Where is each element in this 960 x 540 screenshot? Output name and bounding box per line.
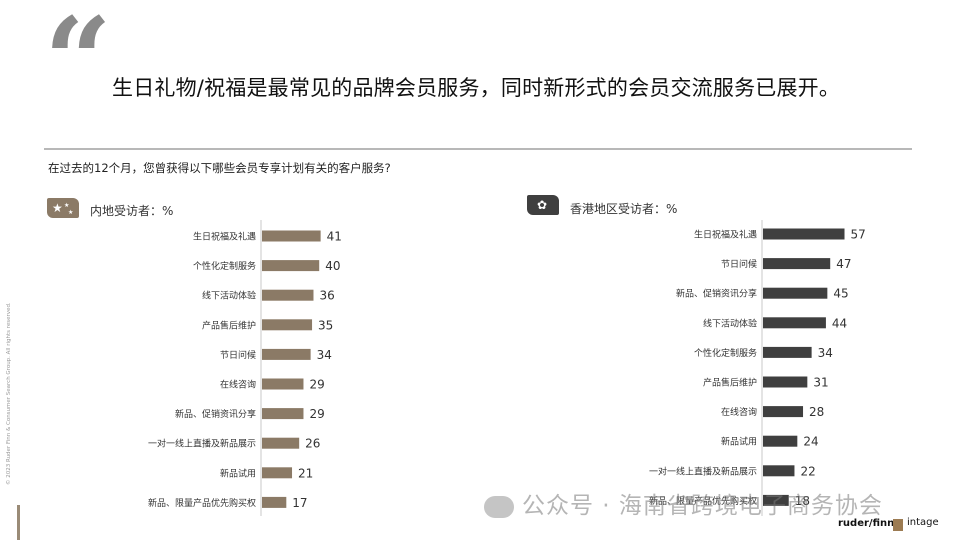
mainland-category-label: 生日祝福及礼遇 <box>193 231 256 243</box>
mainland-value-label: 35 <box>318 318 333 332</box>
hongkong-value-label: 44 <box>832 316 847 330</box>
hongkong-value-label: 31 <box>813 376 828 390</box>
hongkong-bar <box>763 406 804 418</box>
hongkong-category-label: 生日祝福及礼遇 <box>694 229 757 241</box>
mainland-bar <box>262 496 287 508</box>
hongkong-value-label: 34 <box>818 346 833 360</box>
hongkong-value-label: 57 <box>851 228 866 242</box>
hongkong-category-label: 节日问候 <box>721 258 757 270</box>
watermark: 公众号 · 海南省跨境电子商务协会 <box>484 486 883 520</box>
mainland-category-label: 新品试用 <box>220 467 256 479</box>
hongkong-value-label: 45 <box>833 287 848 301</box>
hongkong-value-label: 24 <box>803 435 818 449</box>
mainland-bar <box>262 260 320 272</box>
hongkong-bar <box>763 317 826 329</box>
hongkong-bar <box>763 376 808 388</box>
mainland-value-label: 17 <box>292 496 307 510</box>
mainland-category-label: 新品、限量产品优先购买权 <box>148 497 256 509</box>
mainland-bar <box>262 319 313 331</box>
mainland-bar <box>262 437 300 449</box>
mainland-category-label: 一对一线上直播及新品展示 <box>148 438 256 450</box>
hongkong-value-label: 22 <box>800 464 815 478</box>
mainland-value-label: 34 <box>317 348 332 362</box>
mainland-bar <box>262 467 293 479</box>
logo-mark-icon <box>893 519 903 531</box>
mainland-value-label: 41 <box>327 230 342 244</box>
hongkong-category-label: 产品售后维护 <box>703 377 757 389</box>
mainland-value-label: 29 <box>309 378 324 392</box>
mainland-bar <box>262 289 314 301</box>
mainland-bar <box>262 378 304 390</box>
mainland-value-label: 40 <box>325 259 340 273</box>
mainland-category-label: 产品售后维护 <box>202 319 256 331</box>
hongkong-category-label: 在线咨询 <box>721 406 757 418</box>
hongkong-value-label: 47 <box>836 257 851 271</box>
hongkong-category-label: 新品、促销资讯分享 <box>676 288 757 300</box>
hongkong-bar <box>763 435 798 447</box>
intage-logo: intage <box>907 517 939 528</box>
mainland-value-label: 26 <box>305 437 320 451</box>
mainland-category-label: 在线咨询 <box>220 379 256 391</box>
mainland-category-label: 节日问候 <box>220 349 256 361</box>
watermark-text: 公众号 · 海南省跨境电子商务协会 <box>522 493 883 519</box>
mainland-value-label: 36 <box>319 289 334 303</box>
ruderfinn-logo: ruder/finn <box>838 518 895 529</box>
hongkong-category-label: 个性化定制服务 <box>694 347 757 359</box>
mainland-category-label: 线下活动体验 <box>202 290 256 302</box>
wechat-icon <box>484 495 514 518</box>
hongkong-category-label: 一对一线上直播及新品展示 <box>649 465 757 477</box>
hongkong-bar <box>763 346 812 358</box>
hongkong-bar <box>763 228 845 240</box>
bar-charts: 生日祝福及礼遇 41 个性化定制服务 40 线下活动体验 36 产品售后维护 35 节日问候 34… <box>148 220 866 516</box>
hongkong-value-label: 28 <box>809 405 824 419</box>
hongkong-bar <box>763 287 828 299</box>
hongkong-bar <box>763 465 795 477</box>
hongkong-bar <box>763 258 831 270</box>
hongkong-category-label: 新品试用 <box>721 436 757 448</box>
mainland-bar <box>262 408 304 420</box>
mainland-bar <box>262 230 321 242</box>
mainland-value-label: 21 <box>298 466 313 480</box>
mainland-value-label: 29 <box>309 407 324 421</box>
mainland-category-label: 新品、促销资讯分享 <box>175 408 256 420</box>
mainland-bar <box>262 348 311 360</box>
mainland-category-label: 个性化定制服务 <box>193 260 256 272</box>
hongkong-category-label: 线下活动体验 <box>703 317 757 329</box>
